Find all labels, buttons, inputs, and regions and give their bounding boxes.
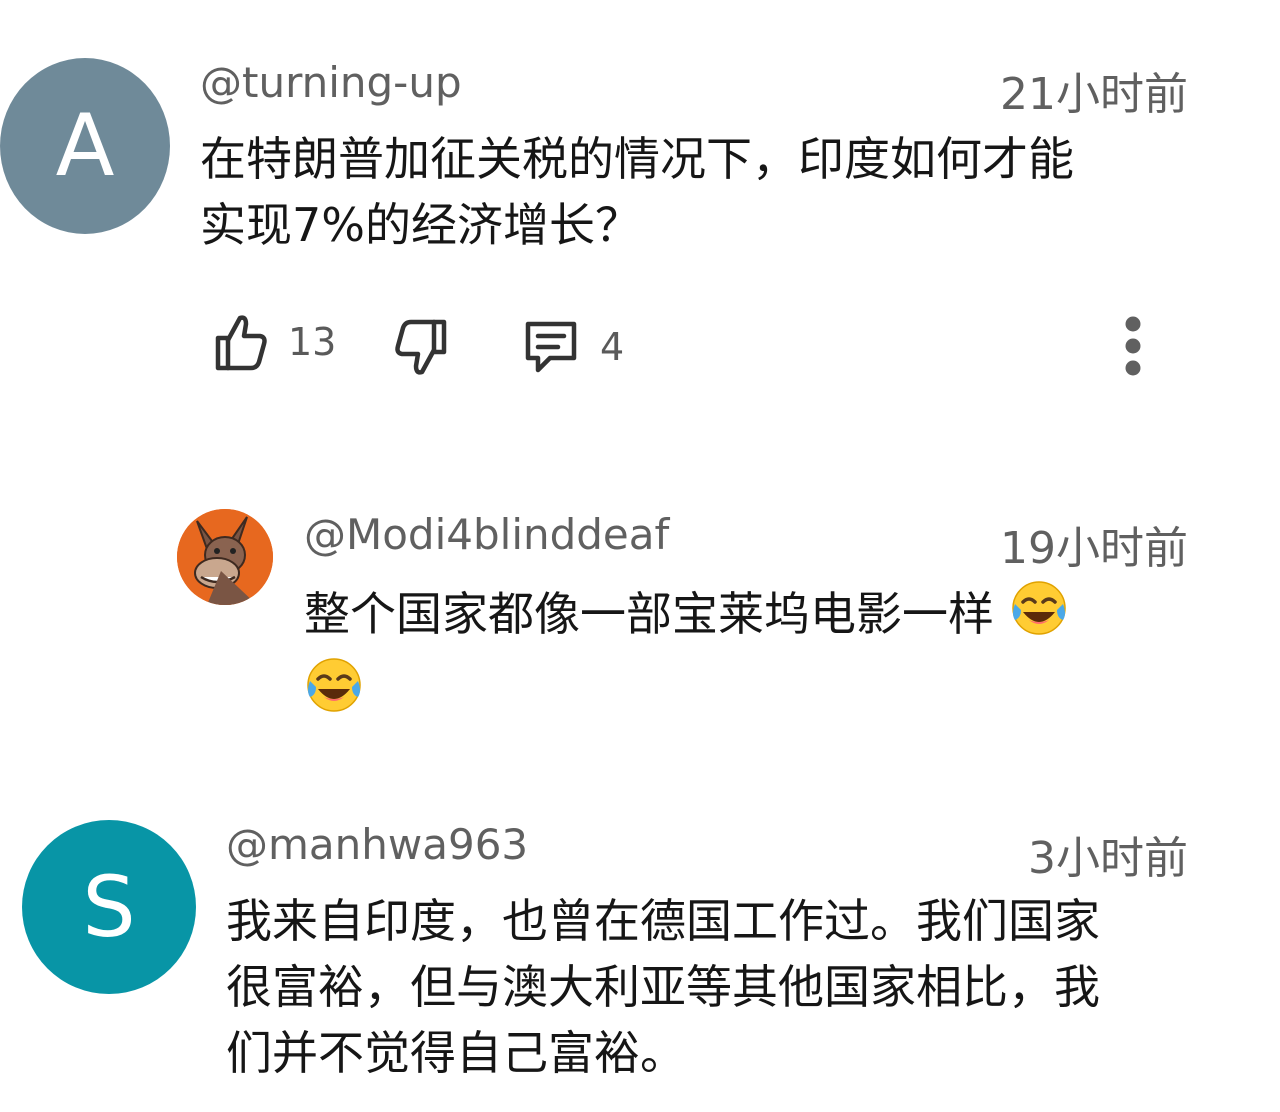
comment-text-line: 们并不觉得自己富裕。 bbox=[226, 1026, 686, 1080]
reply-button[interactable]: 4 bbox=[522, 318, 624, 376]
comment-text: 整个国家都像一部宝莱坞电影一样 bbox=[304, 578, 1204, 732]
comment-timestamp: 19小时前 bbox=[1000, 523, 1188, 574]
comment-text-line: 我来自印度，也曾在德国工作过。我们国家 bbox=[226, 894, 1100, 948]
avatar-letter: S bbox=[82, 858, 136, 956]
more-vertical-icon bbox=[1118, 316, 1148, 384]
comment-author[interactable]: @turning-up bbox=[200, 58, 462, 107]
comment-text: 在特朗普加征关税的情况下，印度如何才能 实现7%的经济增长？ bbox=[200, 126, 1200, 258]
reply-count: 4 bbox=[600, 325, 625, 369]
comment-timestamp: 21小时前 bbox=[1000, 69, 1188, 120]
avatar[interactable] bbox=[177, 509, 273, 605]
comment-text-line: 很富裕，但与澳大利亚等其他国家相比，我 bbox=[226, 960, 1100, 1014]
face-with-tears-of-joy-icon bbox=[304, 655, 364, 732]
like-count: 13 bbox=[288, 320, 337, 364]
donkey-avatar-icon bbox=[177, 509, 273, 605]
avatar-letter: A bbox=[55, 96, 115, 196]
comment-icon bbox=[522, 318, 580, 376]
more-options-button[interactable] bbox=[1118, 316, 1148, 384]
dislike-button[interactable] bbox=[394, 318, 448, 378]
comment-author[interactable]: @manhwa963 bbox=[226, 820, 528, 869]
avatar[interactable]: S bbox=[22, 820, 196, 994]
thumbs-up-icon bbox=[214, 312, 268, 372]
thumbs-down-icon bbox=[394, 318, 448, 378]
comment-author[interactable]: @Modi4blinddeaf bbox=[304, 510, 669, 559]
like-button[interactable]: 13 bbox=[214, 312, 336, 372]
comment-timestamp: 3小时前 bbox=[1028, 833, 1188, 884]
comment-text-line: 整个国家都像一部宝莱坞电影一样 bbox=[304, 587, 994, 641]
comment-text: 我来自印度，也曾在德国工作过。我们国家 很富裕，但与澳大利亚等其他国家相比，我 … bbox=[226, 888, 1206, 1086]
comment-text-line: 在特朗普加征关税的情况下，印度如何才能 bbox=[200, 132, 1074, 186]
avatar[interactable]: A bbox=[0, 58, 170, 234]
comment-text-line: 实现7%的经济增长？ bbox=[200, 198, 641, 252]
face-with-tears-of-joy-icon bbox=[1009, 578, 1069, 655]
